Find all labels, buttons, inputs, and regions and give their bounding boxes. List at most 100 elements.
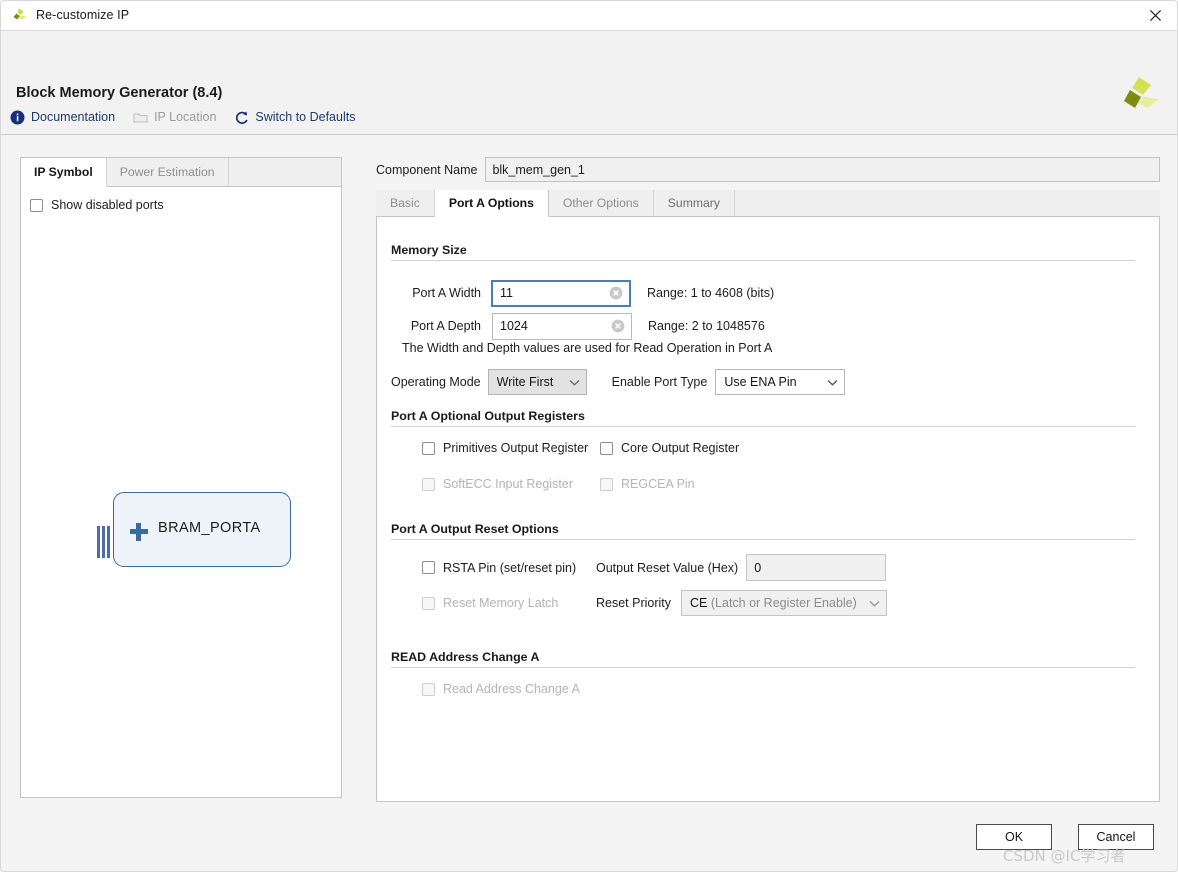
component-name-value: blk_mem_gen_1 (492, 162, 585, 177)
xilinx-logo-icon (10, 6, 28, 24)
ip-symbol-panel: IP Symbol Power Estimation Show disabled… (20, 157, 342, 798)
rsta-pin-row[interactable]: RSTA Pin (set/reset pin) (422, 561, 592, 575)
component-name-label: Component Name (376, 162, 478, 177)
core-output-register-checkbox[interactable] (600, 441, 613, 455)
tab-basic-label: Basic (390, 196, 420, 210)
primitives-output-register-checkbox[interactable] (422, 441, 435, 455)
clear-circle-icon[interactable] (611, 319, 625, 333)
tab-power-estimation-label: Power Estimation (119, 165, 215, 179)
mode-row: Operating Mode Write First Enable Port T… (391, 369, 846, 395)
port-a-width-row: Port A Width 11 Range: 1 to 4608 (bits) (391, 279, 1131, 307)
bus-stub-icon (97, 526, 112, 558)
optional-output-registers-title: Port A Optional Output Registers (391, 409, 585, 423)
softecc-regcea-row: SoftECC Input Register REGCEA Pin (422, 477, 695, 491)
reset-memory-latch-row[interactable]: Reset Memory Latch (422, 596, 592, 610)
enable-port-type-dropdown[interactable]: Use ENA Pin (715, 369, 846, 395)
reset-priority-value-rest: (Latch or Register Enable) (707, 596, 857, 610)
ok-button-label: OK (1004, 830, 1024, 844)
regcea-pin-checkbox[interactable] (600, 477, 613, 491)
enable-port-type-value: Use ENA Pin (724, 375, 797, 389)
re-customize-ip-dialog: Re-customize IP Block Memory Generator (… (0, 0, 1178, 872)
left-tabs-filler (229, 158, 341, 186)
operating-mode-label: Operating Mode (391, 375, 481, 389)
show-disabled-ports-checkbox[interactable] (30, 198, 43, 212)
port-a-width-label: Port A Width (412, 286, 481, 300)
bram-porta-box[interactable]: BRAM_PORTA (113, 492, 291, 567)
regcea-pin-row[interactable]: REGCEA Pin (600, 477, 695, 491)
read-address-change-divider (391, 667, 1135, 668)
reset-memory-latch-label: Reset Memory Latch (443, 596, 559, 610)
amd-xilinx-pinwheel-logo (1118, 73, 1160, 115)
bram-porta-label: BRAM_PORTA (158, 520, 261, 536)
primitives-output-register-label: Primitives Output Register (443, 441, 589, 455)
ok-button[interactable]: OK (976, 824, 1052, 850)
close-icon[interactable] (1133, 0, 1178, 31)
component-name-input[interactable]: blk_mem_gen_1 (485, 157, 1160, 182)
port-a-depth-input[interactable]: 1024 (492, 312, 632, 340)
read-address-change-row[interactable]: Read Address Change A (422, 682, 580, 696)
read-address-change-checkbox[interactable] (422, 682, 435, 696)
port-a-width-value: 11 (500, 286, 513, 300)
output-reset-value-input[interactable]: 0 (746, 554, 887, 581)
tab-basic[interactable]: Basic (376, 190, 435, 216)
core-output-register-row[interactable]: Core Output Register (600, 441, 739, 455)
optional-output-registers-section: Port A Optional Output Registers (391, 409, 1147, 427)
options-tabs: Basic Port A Options Other Options Summa… (376, 190, 1160, 217)
show-disabled-ports-row[interactable]: Show disabled ports (21, 187, 341, 212)
operating-mode-dropdown[interactable]: Write First (487, 369, 587, 395)
chevron-down-icon (869, 596, 880, 610)
read-address-change-section: READ Address Change A (391, 650, 1147, 668)
enable-port-type-label: Enable Port Type (611, 375, 708, 389)
port-a-width-input[interactable]: 11 (491, 279, 631, 307)
tab-ip-symbol[interactable]: IP Symbol (21, 158, 107, 187)
tab-power-estimation[interactable]: Power Estimation (107, 158, 229, 186)
cancel-button-label: Cancel (1096, 830, 1136, 844)
reset-latch-priority-row: Reset Memory Latch Reset Priority CE (La… (422, 590, 888, 616)
memory-size-title: Memory Size (391, 243, 467, 257)
switch-to-defaults-label: Switch to Defaults (255, 110, 356, 124)
plus-icon[interactable] (130, 523, 148, 541)
clear-circle-icon[interactable] (609, 286, 623, 300)
ip-location-label: IP Location (154, 110, 217, 124)
documentation-link[interactable]: Documentation (10, 107, 124, 127)
optional-output-registers-divider (391, 426, 1135, 427)
chevron-down-icon (827, 375, 838, 389)
window-titlebar: Re-customize IP (0, 0, 1178, 31)
switch-to-defaults-link[interactable]: Switch to Defaults (234, 107, 364, 127)
output-reset-value-value: 0 (754, 560, 762, 575)
folder-icon (133, 110, 148, 125)
port-a-depth-value: 1024 (500, 319, 528, 333)
tab-other-options-label: Other Options (562, 196, 639, 210)
reset-priority-value: CE (Latch or Register Enable) (690, 596, 863, 610)
info-circle-icon (10, 110, 25, 125)
left-panel-tabs: IP Symbol Power Estimation (21, 158, 341, 187)
memory-size-section: Memory Size (391, 243, 1147, 261)
softecc-input-register-checkbox[interactable] (422, 477, 435, 491)
reset-priority-label: Reset Priority (596, 596, 672, 610)
reset-memory-latch-checkbox[interactable] (422, 596, 435, 610)
tab-summary-label: Summary (667, 196, 720, 210)
tab-port-a-options-label: Port A Options (448, 196, 534, 210)
tab-other-options[interactable]: Other Options (549, 190, 654, 216)
rsta-pin-checkbox[interactable] (422, 561, 435, 574)
output-reset-options-section: Port A Output Reset Options (391, 522, 1147, 540)
softecc-input-register-row[interactable]: SoftECC Input Register (422, 477, 600, 491)
tab-summary[interactable]: Summary (654, 190, 735, 216)
primitives-output-register-row[interactable]: Primitives Output Register (422, 441, 600, 455)
cancel-button[interactable]: Cancel (1078, 824, 1154, 850)
reset-priority-dropdown[interactable]: CE (Latch or Register Enable) (681, 590, 888, 616)
output-reset-options-title: Port A Output Reset Options (391, 522, 559, 536)
show-disabled-ports-label: Show disabled ports (51, 198, 164, 212)
refresh-icon (234, 110, 249, 125)
options-panel: Component Name blk_mem_gen_1 Basic Port … (376, 157, 1160, 802)
documentation-label: Documentation (31, 110, 116, 124)
primitives-core-row: Primitives Output Register Core Output R… (422, 441, 739, 455)
tab-port-a-options[interactable]: Port A Options (434, 190, 549, 217)
window-title: Re-customize IP (36, 8, 130, 22)
ip-location-link[interactable]: IP Location (133, 107, 225, 127)
port-a-options-body: Memory Size Port A Width 11 Range: 1 to … (376, 217, 1160, 802)
read-address-change-title: READ Address Change A (391, 650, 540, 664)
read-address-change-label: Read Address Change A (443, 682, 580, 696)
memory-size-divider (391, 260, 1135, 261)
port-a-depth-label: Port A Depth (410, 319, 481, 333)
